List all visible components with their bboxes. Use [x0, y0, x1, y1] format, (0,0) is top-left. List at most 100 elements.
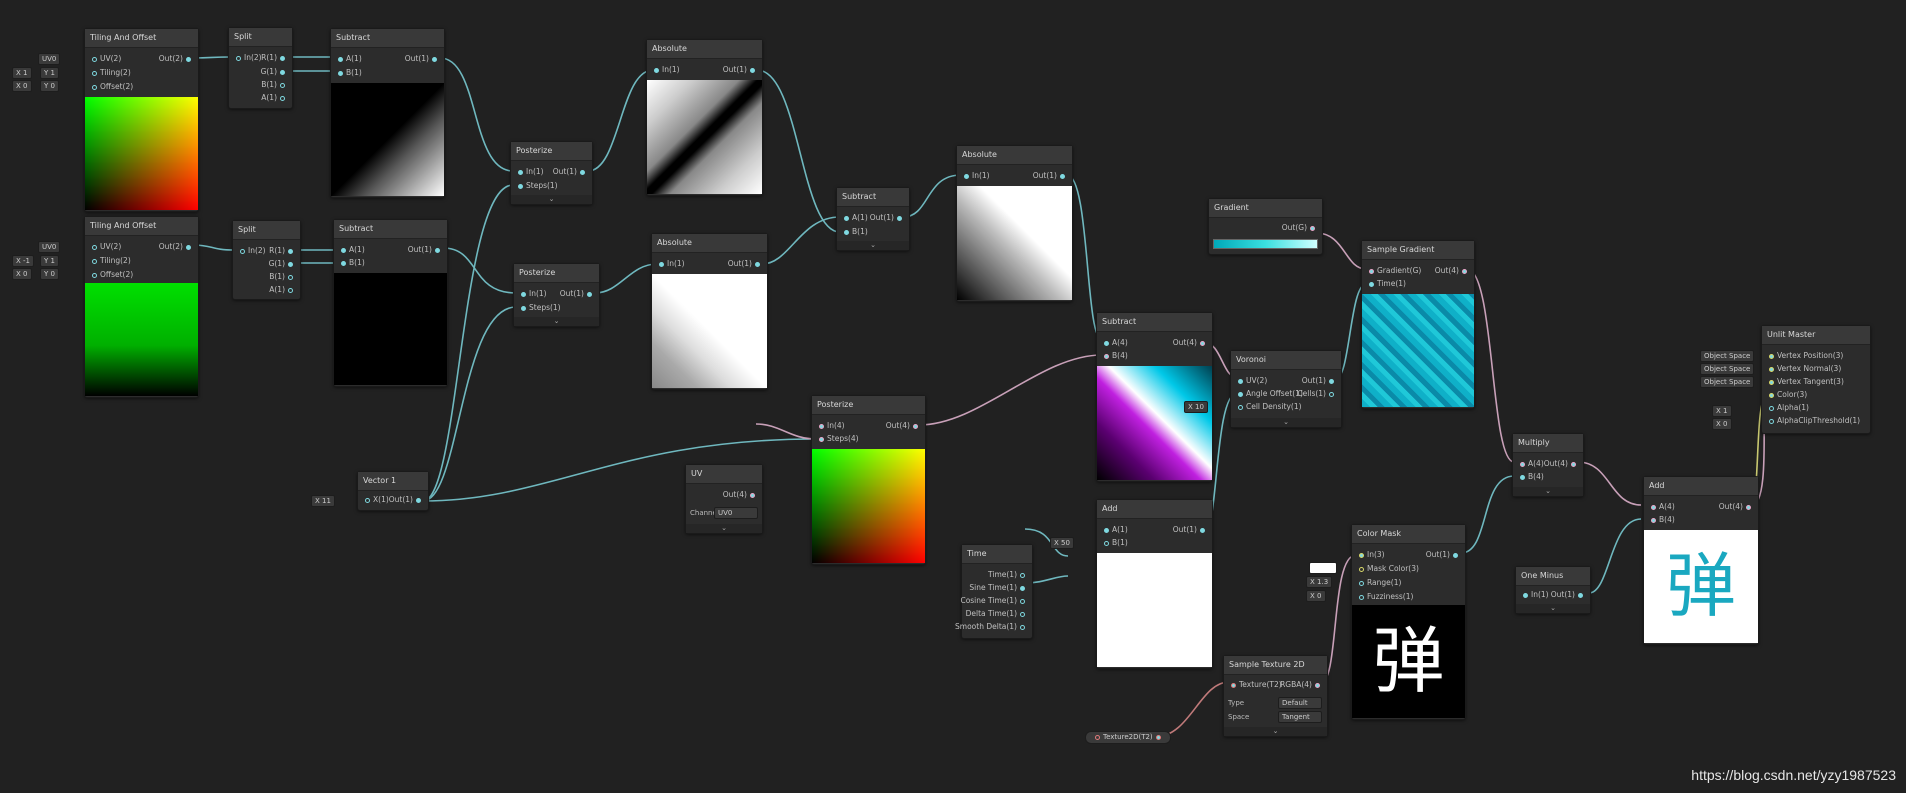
port-out[interactable]: Out(1)	[553, 166, 588, 178]
port-offset[interactable]: Offset(2)	[89, 269, 133, 281]
add-b-field[interactable]: X 50	[1050, 537, 1074, 549]
voronoi-node[interactable]: Voronoi UV(2) Angle Offset(1) Cell Densi…	[1230, 350, 1342, 428]
space-dropdown[interactable]: Tangent	[1278, 711, 1322, 723]
port-b[interactable]: B(4)	[1101, 350, 1128, 362]
collapse-chevron-icon[interactable]: ⌄	[686, 524, 762, 533]
port-out[interactable]: Out(1)	[870, 212, 905, 224]
port-in[interactable]: In(1)	[1520, 589, 1549, 601]
uv-channel-dropdown[interactable]: UV0	[38, 53, 61, 65]
port-uv[interactable]: UV(2)	[89, 53, 121, 65]
mask-color-swatch[interactable]	[1309, 562, 1337, 574]
collapse-chevron-icon[interactable]: ⌄	[1231, 418, 1341, 427]
unlit-master-node[interactable]: Unlit Master Vertex Position(3) Vertex N…	[1761, 325, 1871, 434]
port-in[interactable]: In(3)	[1356, 549, 1385, 561]
port-cells[interactable]: Cells(1)	[1297, 388, 1337, 400]
port-color[interactable]: Color(3)	[1766, 389, 1807, 401]
port-out[interactable]: Out(4)	[886, 420, 921, 432]
tiling-y-field[interactable]: Y 1	[40, 67, 59, 79]
subtract-node-1[interactable]: Subtract A(1) B(1) Out(1)	[330, 28, 445, 198]
fuzziness-field[interactable]: X 0	[1306, 590, 1326, 602]
port-rgba[interactable]: RGBA(4)	[1280, 679, 1323, 691]
subtract-node-2[interactable]: Subtract A(1) B(1) Out(1)	[333, 219, 448, 387]
port-time[interactable]: Time(1)	[1366, 278, 1406, 290]
tiling-y-field-2[interactable]: Y 1	[40, 255, 59, 267]
port-b[interactable]: B(1)	[841, 226, 868, 238]
collapse-chevron-icon[interactable]: ⌄	[1513, 487, 1583, 496]
multiply-node[interactable]: Multiply A(4) B(4) Out(4) ⌄	[1512, 433, 1584, 497]
port-uv[interactable]: UV(2)	[89, 241, 121, 253]
port-a[interactable]: A(1)	[261, 92, 288, 104]
port-in[interactable]: In(2)	[233, 52, 262, 64]
port-g[interactable]: G(1)	[261, 66, 288, 78]
port-r[interactable]: R(1)	[269, 245, 296, 257]
port-sine-time[interactable]: Sine Time(1)	[969, 582, 1028, 594]
port-tiling[interactable]: Tiling(2)	[89, 255, 131, 267]
port-in[interactable]: In(4)	[816, 420, 845, 432]
posterize-node-1[interactable]: Posterize In(1) Steps(1) Out(1) ⌄	[510, 141, 593, 205]
port-out[interactable]: Out(1)	[1426, 549, 1461, 561]
port-uv[interactable]: UV(2)	[1235, 375, 1267, 387]
port-g[interactable]: G(1)	[269, 258, 296, 270]
absolute-node-2[interactable]: Absolute In(1) Out(1)	[651, 233, 768, 390]
port-a[interactable]: A(1)	[335, 53, 362, 65]
port-out[interactable]: Out(1)	[723, 64, 758, 76]
port-in[interactable]: In(1)	[518, 288, 547, 300]
port-out[interactable]: Out(G)	[1282, 222, 1318, 234]
collapse-chevron-icon[interactable]: ⌄	[514, 317, 599, 326]
uv-node[interactable]: UV Out(4) Channe UV0 ⌄	[685, 464, 763, 534]
port-out[interactable]: Out(2)	[159, 241, 194, 253]
collapse-chevron-icon[interactable]: ⌄	[511, 195, 592, 204]
port-delta-time[interactable]: Delta Time(1)	[966, 608, 1028, 620]
sample-gradient-node[interactable]: Sample Gradient Gradient(G) Time(1) Out(…	[1361, 240, 1475, 409]
port-out[interactable]: Out(1)	[560, 288, 595, 300]
port-x[interactable]: X(1)	[362, 494, 389, 506]
port-out[interactable]: Out(4)	[1435, 265, 1470, 277]
port-out[interactable]: Out(1)	[1302, 375, 1337, 387]
port-in[interactable]: In(1)	[515, 166, 544, 178]
color-mask-node[interactable]: Color Mask In(3) Mask Color(3) Range(1) …	[1351, 524, 1466, 720]
port-out[interactable]: Out(4)	[723, 489, 758, 501]
port-out[interactable]: Out(4)	[1173, 337, 1208, 349]
port-range[interactable]: Range(1)	[1356, 577, 1401, 589]
collapse-chevron-icon[interactable]: ⌄	[837, 241, 909, 250]
port-out[interactable]: Out(1)	[1173, 524, 1208, 536]
absolute-node-3[interactable]: Absolute In(1) Out(1)	[956, 145, 1073, 302]
gradient-node[interactable]: Gradient Out(G)	[1208, 198, 1323, 255]
port-out[interactable]: Out(1)	[408, 244, 443, 256]
port-out[interactable]: Out(1)	[389, 494, 424, 506]
port-in[interactable]: In(1)	[656, 258, 685, 270]
port-time[interactable]: Time(1)	[988, 569, 1028, 581]
port-out[interactable]: Out(1)	[1551, 589, 1586, 601]
posterize-node-3[interactable]: Posterize In(4) Steps(4) Out(4)	[811, 395, 926, 565]
offset-x-field[interactable]: X 0	[12, 80, 32, 92]
tiling-and-offset-node-2[interactable]: Tiling And Offset UV(2) Tiling(2) Offset…	[84, 216, 199, 398]
time-node[interactable]: Time Time(1) Sine Time(1) Cosine Time(1)…	[955, 544, 1033, 639]
port-b[interactable]: B(1)	[1101, 537, 1128, 549]
split-node-2[interactable]: Split In(2) R(1) G(1) B(1) A(1)	[232, 220, 301, 300]
alpha-field[interactable]: X 1	[1712, 405, 1732, 417]
port-b[interactable]: B(1)	[269, 271, 296, 283]
port-cell-density[interactable]: Cell Density(1)	[1235, 401, 1302, 413]
offset-x-field-2[interactable]: X 0	[12, 268, 32, 280]
vector1-x-field[interactable]: X 11	[311, 495, 335, 507]
port-alpha[interactable]: Alpha(1)	[1766, 402, 1809, 414]
texture2d-property[interactable]: Texture2D(T2)	[1085, 731, 1171, 744]
port-gradient[interactable]: Gradient(G)	[1366, 265, 1421, 277]
vector1-node[interactable]: Vector 1 X(1) Out(1)	[357, 471, 429, 511]
port-vertex-position[interactable]: Vertex Position(3)	[1766, 350, 1843, 362]
port-in[interactable]: In(2)	[237, 245, 266, 257]
port-fuzziness[interactable]: Fuzziness(1)	[1356, 591, 1413, 603]
port-in[interactable]: In(1)	[961, 170, 990, 182]
port-mask-color[interactable]: Mask Color(3)	[1356, 563, 1419, 575]
add-node-1[interactable]: Add A(1) B(1) Out(1)	[1096, 499, 1213, 669]
type-dropdown[interactable]: Default	[1278, 697, 1322, 709]
port-out[interactable]: Out(4)	[1719, 501, 1754, 513]
port-b[interactable]: B(4)	[1648, 514, 1675, 526]
port-alpha-clip[interactable]: AlphaClipThreshold(1)	[1766, 415, 1860, 427]
port-steps[interactable]: Steps(1)	[515, 180, 558, 192]
tiling-x-field-2[interactable]: X -1	[12, 255, 35, 267]
offset-y-field-2[interactable]: Y 0	[40, 268, 59, 280]
port-out[interactable]: Out(1)	[728, 258, 763, 270]
port-cosine-time[interactable]: Cosine Time(1)	[960, 595, 1028, 607]
channel-dropdown[interactable]: UV0	[714, 507, 758, 519]
